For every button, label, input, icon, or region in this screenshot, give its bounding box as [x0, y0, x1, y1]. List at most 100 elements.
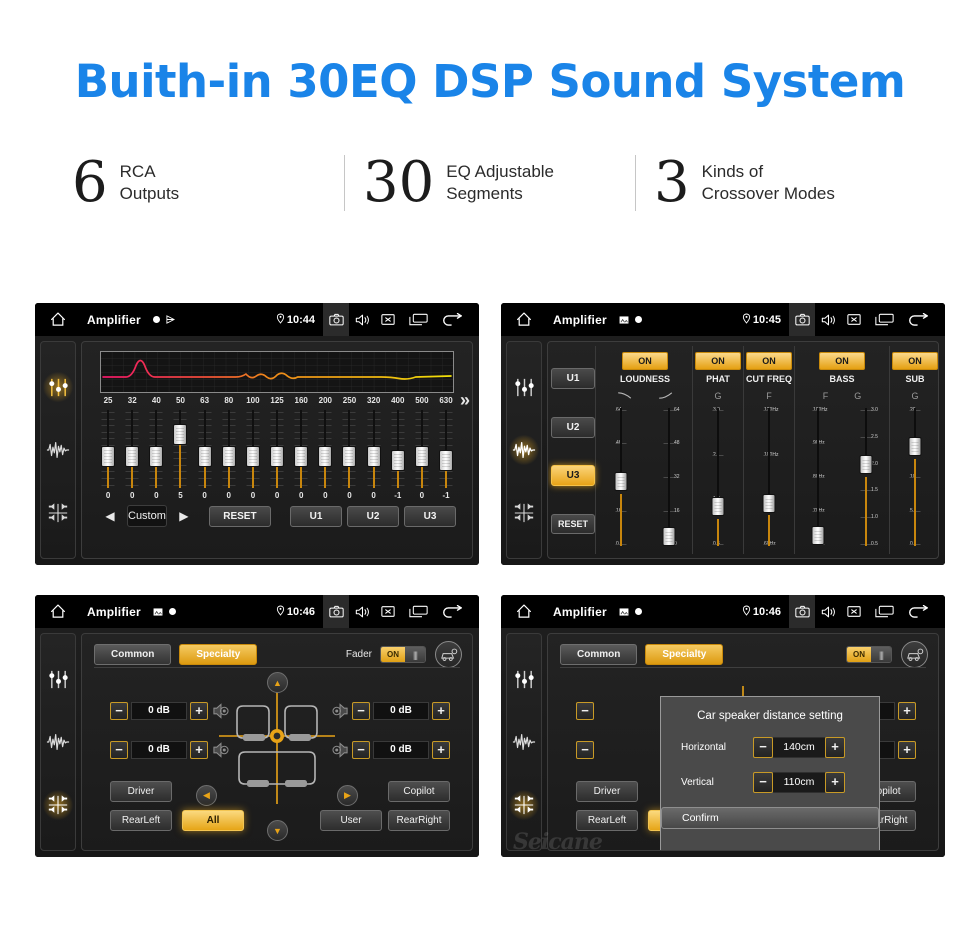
eq-slider-50[interactable] — [168, 408, 192, 490]
slider-thumb[interactable] — [439, 450, 454, 472]
mute-icon[interactable] — [841, 303, 867, 336]
preset-button-u2[interactable]: U2 — [347, 505, 399, 527]
fader-toggle[interactable]: ON ||| — [846, 646, 892, 663]
slider-thumb[interactable] — [221, 446, 236, 467]
preset-button-u2[interactable]: U2 — [551, 416, 595, 438]
eq-slider-80[interactable] — [217, 408, 241, 490]
seat-button-copilot[interactable]: Copilot — [388, 781, 450, 802]
sidebar-item-equalizer[interactable] — [43, 372, 73, 403]
fader-toggle[interactable]: ON ||| — [380, 646, 426, 663]
back-arrow-icon[interactable] — [901, 595, 935, 628]
slider-thumb[interactable] — [662, 527, 676, 547]
mute-icon[interactable] — [375, 595, 401, 628]
preset-button-u1[interactable]: U1 — [551, 367, 595, 389]
car-speaker-icon[interactable] — [435, 641, 462, 668]
eq-slider-32[interactable] — [120, 408, 144, 490]
slider-thumb[interactable] — [414, 446, 429, 467]
volume-icon[interactable] — [349, 303, 375, 336]
eq-slider-125[interactable] — [265, 408, 289, 490]
mute-icon[interactable] — [841, 595, 867, 628]
eq-slider-400[interactable] — [386, 408, 410, 490]
slider-thumb[interactable] — [762, 493, 776, 513]
back-arrow-icon[interactable] — [435, 595, 469, 628]
slider-thumb[interactable] — [711, 497, 725, 517]
sidebar-item-balance[interactable] — [43, 498, 73, 528]
home-icon[interactable] — [43, 604, 73, 619]
tab-specialty[interactable]: Specialty — [645, 644, 724, 665]
reset-button[interactable]: RESET — [208, 505, 271, 527]
increment-button[interactable]: + — [190, 702, 208, 720]
slider-thumb[interactable] — [149, 446, 164, 467]
vertical-slider-bass-2[interactable]: 3.0 2.5 2.0 1.5 1.0 0.5 — [845, 404, 887, 550]
decrement-button[interactable]: − — [352, 702, 370, 720]
car-speaker-icon[interactable] — [901, 641, 928, 668]
tab-common[interactable]: Common — [560, 644, 638, 665]
increment-button[interactable]: + — [898, 702, 916, 720]
nav-up-button[interactable]: ▲ — [267, 672, 288, 693]
volume-icon[interactable] — [815, 595, 841, 628]
nav-right-button[interactable]: ▶ — [337, 785, 358, 806]
home-icon[interactable] — [43, 312, 73, 327]
sidebar-item-equalizer[interactable] — [43, 664, 73, 694]
increment-button[interactable]: + — [825, 737, 845, 758]
eq-slider-25[interactable] — [96, 408, 120, 490]
preset-button-u3[interactable]: U3 — [551, 465, 595, 487]
toggle-button-cut-freq[interactable]: ON — [746, 352, 792, 370]
seat-button-driver[interactable]: Driver — [576, 781, 638, 802]
sidebar-item-balance[interactable] — [43, 789, 73, 820]
slider-thumb[interactable] — [811, 526, 825, 546]
decrement-button[interactable]: − — [352, 741, 370, 759]
sidebar-item-waveform[interactable] — [509, 434, 539, 465]
vertical-slider-bass-1[interactable]: 100Hz90Hz80Hz70Hz60Hz — [797, 404, 839, 550]
slider-thumb[interactable] — [318, 446, 333, 467]
seat-button-rearright[interactable]: RearRight — [388, 810, 450, 831]
seat-button-all[interactable]: All — [182, 810, 244, 831]
nav-left-button[interactable]: ◀ — [196, 785, 217, 806]
confirm-button[interactable]: Confirm — [661, 807, 879, 829]
eq-slider-630[interactable] — [434, 408, 458, 490]
increment-button[interactable]: + — [190, 741, 208, 759]
nav-down-button[interactable]: ▼ — [267, 820, 288, 841]
increment-button[interactable]: + — [898, 741, 916, 759]
slider-thumb[interactable] — [859, 454, 873, 474]
increment-button[interactable]: + — [432, 741, 450, 759]
slider-thumb[interactable] — [294, 446, 309, 467]
slider-thumb[interactable] — [125, 446, 140, 467]
tab-specialty[interactable]: Specialty — [179, 644, 258, 665]
camera-icon[interactable] — [789, 303, 815, 336]
sidebar-item-waveform[interactable] — [43, 727, 73, 757]
camera-icon[interactable] — [323, 595, 349, 628]
sidebar-item-waveform[interactable] — [509, 727, 539, 757]
slider-thumb[interactable] — [270, 446, 285, 467]
eq-slider-40[interactable] — [144, 408, 168, 490]
recent-apps-icon[interactable] — [401, 595, 435, 628]
toggle-button-phat[interactable]: ON — [695, 352, 741, 370]
camera-icon[interactable] — [323, 303, 349, 336]
eq-slider-200[interactable] — [313, 408, 337, 490]
back-arrow-icon[interactable] — [435, 303, 469, 336]
back-arrow-icon[interactable] — [901, 303, 935, 336]
eq-slider-500[interactable] — [410, 408, 434, 490]
camera-icon[interactable] — [789, 595, 815, 628]
seat-button-driver[interactable]: Driver — [110, 781, 172, 802]
vertical-slider-phat-1[interactable]: 3.02.11.30.5 — [697, 404, 739, 550]
decrement-button[interactable]: − — [576, 741, 594, 759]
vertical-slider-cut-freq-1[interactable]: 120Hz100Hz80Hz60Hz — [748, 404, 790, 550]
recent-apps-icon[interactable] — [867, 303, 901, 336]
sidebar-item-balance[interactable] — [509, 498, 539, 528]
seat-button-rearleft[interactable]: RearLeft — [576, 810, 638, 831]
vertical-slider-loudness-2[interactable]: 644832160 — [648, 404, 690, 550]
eq-slider-320[interactable] — [362, 408, 386, 490]
increment-button[interactable]: + — [825, 772, 845, 793]
decrement-button[interactable]: − — [110, 702, 128, 720]
recent-apps-icon[interactable] — [867, 595, 901, 628]
slider-thumb[interactable] — [245, 446, 260, 467]
slider-thumb[interactable] — [173, 424, 188, 445]
slider-thumb[interactable] — [390, 450, 405, 472]
slider-thumb[interactable] — [101, 446, 116, 467]
decrement-button[interactable]: − — [753, 737, 773, 758]
slider-thumb[interactable] — [614, 472, 628, 492]
increment-button[interactable]: + — [432, 702, 450, 720]
home-icon[interactable] — [509, 312, 539, 327]
preset-button-u3[interactable]: U3 — [404, 505, 456, 527]
